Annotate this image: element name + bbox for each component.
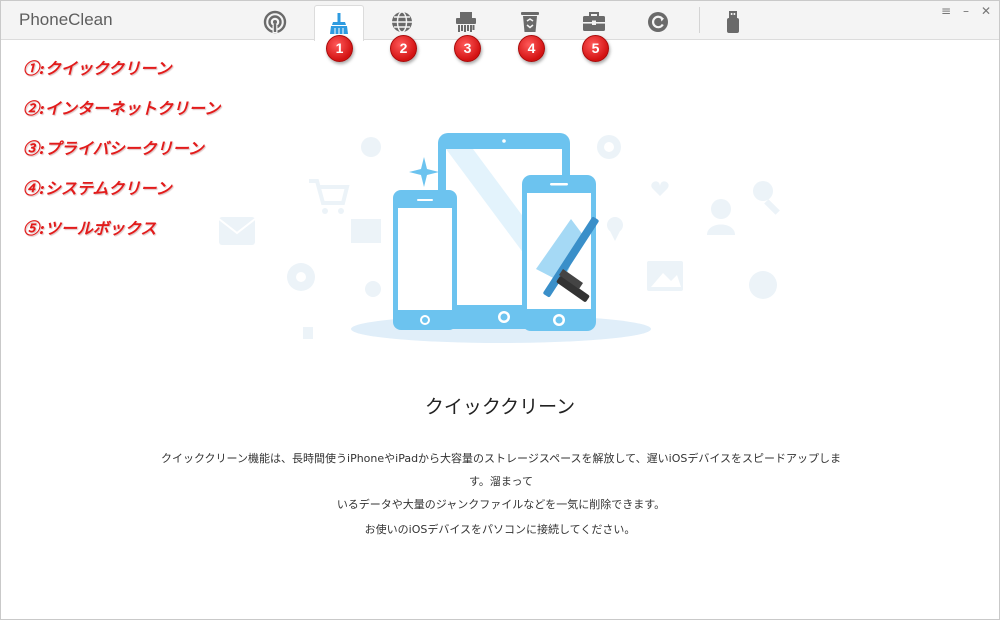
legend-item-system-clean: ④:システムクリーン	[23, 179, 172, 198]
quick-clean-illustration	[218, 133, 780, 343]
tab-device[interactable]	[709, 5, 757, 39]
tab-privacy-clean[interactable]	[442, 5, 490, 39]
legend-item-internet-clean: ②:インターネットクリーン	[23, 99, 221, 118]
legend-item-toolbox: ⑤:ツールボックス	[23, 219, 157, 238]
tab-system-clean[interactable]	[506, 5, 554, 39]
badge-2: 2	[390, 35, 417, 62]
title-bar: PhoneClean ≡ – ✕	[1, 1, 999, 41]
podcast-icon	[263, 10, 287, 34]
badge-5: 5	[582, 35, 609, 62]
sparkle-icon	[409, 157, 439, 187]
app-title: PhoneClean	[19, 10, 113, 29]
menu-button[interactable]: ≡	[939, 4, 953, 18]
recycle-bin-icon	[521, 12, 539, 32]
broom-icon	[330, 12, 348, 34]
tab-restore[interactable]	[634, 5, 682, 39]
tab-toolbox[interactable]	[570, 5, 618, 39]
badge-4: 4	[518, 35, 545, 62]
globe-icon	[392, 11, 412, 33]
usb-icon	[727, 11, 739, 33]
connect-device-prompt: お使いのiOSデバイスをパソコンに接続してください。	[364, 523, 636, 536]
minimize-button[interactable]: –	[959, 4, 973, 18]
app-window: PhoneClean ≡ – ✕ 1 2 3 4 5 ①:クイッククリーン ②:…	[0, 0, 1000, 620]
tab-internet-clean[interactable]	[378, 5, 426, 39]
legend-item-quick-clean: ①:クイッククリーン	[23, 59, 172, 78]
badge-3: 3	[454, 35, 481, 62]
feature-title: クイッククリーン	[424, 396, 576, 418]
tab-home[interactable]	[251, 5, 299, 39]
toolbar-divider	[699, 7, 700, 33]
badge-1: 1	[326, 35, 353, 62]
close-button[interactable]: ✕	[979, 4, 993, 18]
legend-item-privacy-clean: ③:プライバシークリーン	[23, 139, 204, 158]
feature-description: クイッククリーン機能は、長時間使うiPhoneやiPadから大容量のストレージス…	[161, 447, 841, 516]
feature-description-line-2: いるデータや大量のジャンクファイルなどを一気に削除できます。	[336, 498, 666, 511]
iphone-left-graphic	[393, 190, 457, 330]
restore-icon	[648, 12, 668, 32]
toolbox-icon	[583, 12, 605, 31]
shredder-icon	[456, 12, 476, 32]
feature-description-line-1: クイッククリーン機能は、長時間使うiPhoneやiPadから大容量のストレージス…	[161, 452, 842, 488]
